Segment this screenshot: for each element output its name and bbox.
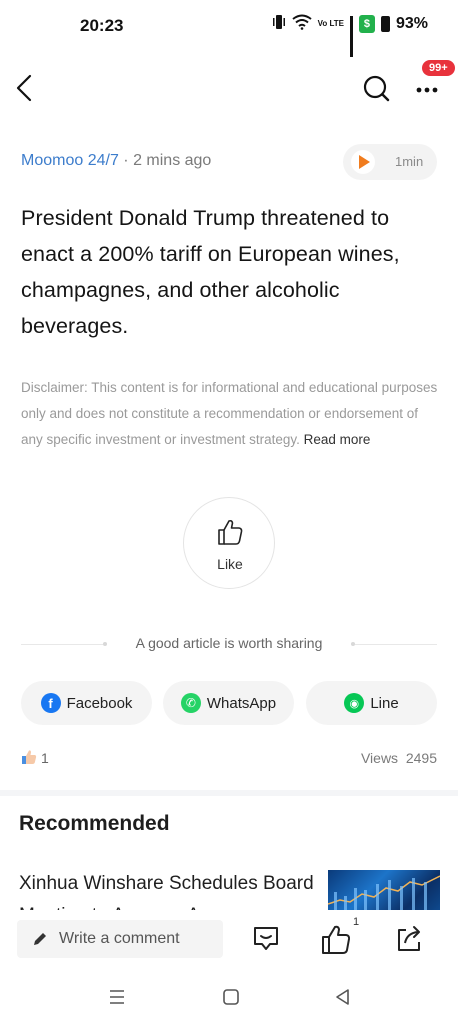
battery-icon bbox=[380, 16, 390, 32]
volte-icon: Vo LTE bbox=[317, 19, 344, 28]
system-nav-bar bbox=[0, 975, 458, 1024]
comment-placeholder: Write a comment bbox=[59, 930, 180, 947]
comments-button[interactable] bbox=[251, 924, 281, 959]
search-button[interactable] bbox=[360, 72, 392, 104]
play-icon bbox=[351, 150, 375, 174]
menu-lines-icon bbox=[110, 990, 124, 1004]
system-back-button[interactable] bbox=[333, 987, 353, 1012]
chevron-left-icon bbox=[16, 74, 32, 102]
article-source-line: Moomoo 24/7 · 2 mins ago bbox=[21, 152, 211, 170]
share-title: A good article is worth sharing bbox=[135, 635, 323, 651]
thumbs-up-icon bbox=[322, 925, 351, 954]
share-whatsapp-label: WhatsApp bbox=[206, 694, 277, 712]
views-value: 2495 bbox=[405, 750, 437, 766]
wifi-icon bbox=[291, 14, 312, 34]
recommended-title: Recommended bbox=[19, 812, 170, 835]
bottom-like-button[interactable] bbox=[320, 924, 352, 961]
disclaimer: Disclaimer: This content is for informat… bbox=[21, 375, 441, 452]
thumbs-up-icon bbox=[218, 519, 243, 545]
article-meta: Moomoo 24/7 · 2 mins ago 1min bbox=[21, 144, 437, 180]
article-stats: 1 Views 2495 bbox=[21, 748, 437, 770]
share-button[interactable] bbox=[394, 924, 424, 959]
share-facebook-button[interactable]: f Facebook bbox=[21, 681, 152, 725]
bottom-like-count: 1 bbox=[353, 916, 360, 928]
source-name[interactable]: Moomoo 24/7 bbox=[21, 152, 119, 169]
vibrate-icon bbox=[272, 14, 286, 34]
whatsapp-icon: ✆ bbox=[180, 693, 201, 713]
status-bar: 20:23 Vo LTE $ 93% bbox=[0, 0, 458, 57]
status-icons: Vo LTE $ 93% bbox=[272, 14, 428, 57]
share-facebook-label: Facebook bbox=[66, 694, 133, 712]
signal-icon bbox=[349, 16, 353, 57]
audio-play-button[interactable]: 1min bbox=[343, 144, 437, 180]
comment-input[interactable]: Write a comment bbox=[17, 920, 223, 958]
views-label: Views bbox=[360, 750, 399, 766]
meta-separator: · bbox=[118, 152, 134, 169]
time-ago: 2 mins ago bbox=[133, 152, 212, 169]
search-icon bbox=[363, 75, 390, 102]
stock-chart-image bbox=[328, 875, 440, 912]
home-square-icon bbox=[223, 989, 239, 1005]
wallet-icon: $ bbox=[358, 15, 375, 33]
share-line-label: Line bbox=[370, 694, 399, 712]
share-title-row: A good article is worth sharing bbox=[21, 634, 437, 654]
share-whatsapp-button[interactable]: ✆ WhatsApp bbox=[163, 681, 294, 725]
recents-button[interactable] bbox=[107, 987, 127, 1012]
views-count: Views 2495 bbox=[361, 750, 437, 766]
facebook-icon: f bbox=[40, 693, 61, 713]
thumbs-up-mini-icon bbox=[22, 750, 37, 764]
recommended-item-title[interactable]: Xinhua Winshare Schedules Board Meeting … bbox=[19, 868, 319, 910]
divider-line-right bbox=[355, 644, 437, 645]
top-nav: 99+ bbox=[0, 60, 458, 116]
like-count: 1 bbox=[41, 750, 49, 766]
battery-percent: 93% bbox=[395, 15, 428, 32]
status-time: 20:23 bbox=[80, 16, 124, 35]
notification-badge: 99+ bbox=[422, 60, 455, 76]
section-divider bbox=[0, 790, 458, 796]
share-line-button[interactable]: ◉ Line bbox=[306, 681, 437, 725]
like-label: Like bbox=[217, 556, 243, 572]
article-headline: President Donald Trump threatened to ena… bbox=[21, 206, 400, 338]
back-button[interactable] bbox=[10, 70, 40, 106]
more-dots-icon bbox=[416, 87, 438, 93]
audio-length: 1min bbox=[395, 154, 424, 169]
share-icon bbox=[398, 926, 420, 951]
home-button[interactable] bbox=[221, 987, 241, 1012]
back-triangle-icon bbox=[336, 989, 349, 1005]
more-button[interactable] bbox=[412, 72, 444, 104]
pencil-icon bbox=[34, 933, 46, 945]
read-more-link[interactable]: Read more bbox=[304, 432, 371, 447]
like-button[interactable]: Like bbox=[183, 497, 275, 589]
recommended-item-thumbnail[interactable] bbox=[328, 870, 440, 912]
bottom-action-bar: Write a comment 1 bbox=[0, 910, 458, 970]
line-icon: ◉ bbox=[344, 693, 365, 713]
disclaimer-text: Disclaimer: This content is for informat… bbox=[21, 380, 438, 447]
comment-icon bbox=[254, 927, 278, 950]
